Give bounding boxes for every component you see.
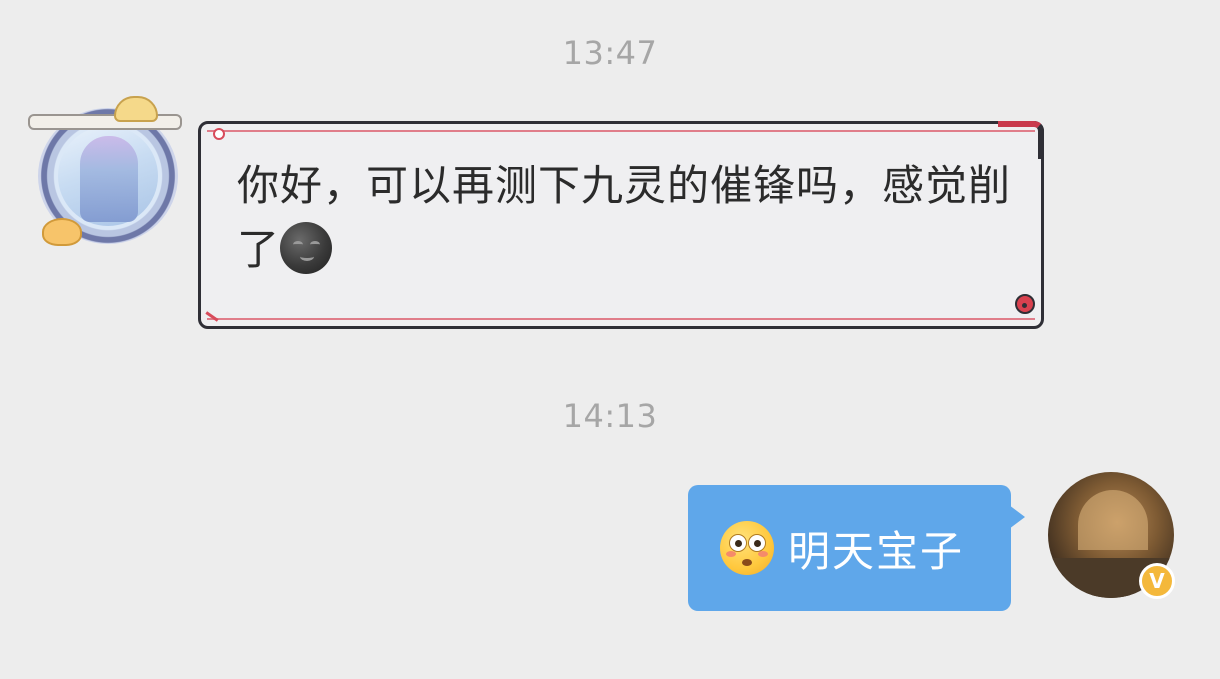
timestamp: 13:47	[562, 34, 658, 72]
flame-ornament-icon	[42, 218, 82, 246]
message-text: 你好，可以再测下九灵的催锋吗，感觉削了	[237, 161, 1012, 274]
mascot-decoration-icon	[1007, 292, 1041, 326]
new-moon-face-emoji-icon	[280, 222, 333, 274]
contact-avatar[interactable]	[28, 96, 188, 246]
timestamp: 14:13	[562, 397, 658, 435]
incoming-message-bubble[interactable]: 你好，可以再测下九灵的催锋吗，感觉削了	[198, 121, 1044, 329]
verified-badge-icon: V	[1139, 563, 1175, 599]
character-figure-icon	[80, 136, 138, 222]
message-text: 明天宝子	[788, 526, 965, 576]
corner-gem-icon	[213, 128, 225, 140]
flushed-face-emoji-icon	[720, 521, 774, 575]
outgoing-message-bubble[interactable]: 明天宝子	[688, 485, 1025, 611]
crown-ornament-icon	[114, 96, 158, 122]
cloud-ornament-icon	[28, 114, 182, 130]
